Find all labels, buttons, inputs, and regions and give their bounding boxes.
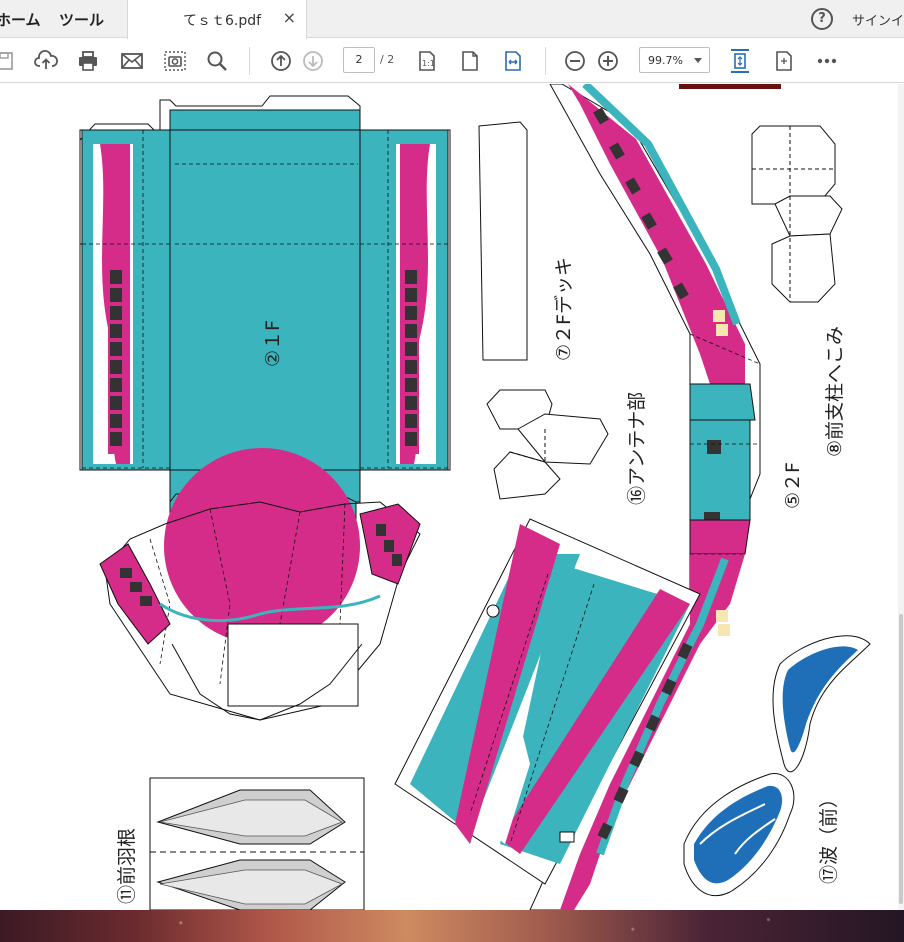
part-front-pillar xyxy=(751,125,843,303)
page-total: / 2 xyxy=(380,53,395,66)
svg-text:1:1: 1:1 xyxy=(422,59,435,68)
single-page-icon[interactable] xyxy=(456,47,484,75)
search-icon[interactable] xyxy=(203,47,231,75)
document-tab[interactable]: てｓｔ6.pdf × xyxy=(127,0,307,39)
page-display-icon[interactable]: 1:1 xyxy=(413,47,441,75)
upload-icon[interactable] xyxy=(32,47,60,75)
menu-bar: ホーム ツール てｓｔ6.pdf × ? サインイ xyxy=(0,0,904,39)
toolbar: 1:1 xyxy=(0,39,904,83)
desktop-background xyxy=(0,910,904,942)
menu-tools[interactable]: ツール xyxy=(59,9,104,30)
label-wave-front: ⑰波（前） xyxy=(818,788,840,884)
zoom-out-icon[interactable] xyxy=(561,47,589,75)
part-wave-front xyxy=(683,635,871,897)
document-tab-title: てｓｔ6.pdf xyxy=(183,13,262,29)
fit-width-icon[interactable] xyxy=(499,47,527,75)
menu-home[interactable]: ホーム xyxy=(0,9,41,30)
mail-icon[interactable] xyxy=(118,47,146,75)
label-front-wing: ⑪前羽根 xyxy=(116,827,138,904)
zoom-in-icon[interactable] xyxy=(594,47,622,75)
vertical-scrollbar[interactable] xyxy=(898,84,904,910)
papercraft-sheet xyxy=(79,84,871,910)
chevron-down-icon xyxy=(694,58,702,63)
more-icon[interactable] xyxy=(813,47,841,75)
pdf-viewer-window: ホーム ツール てｓｔ6.pdf × ? サインイ 1:1 2 / 2 99.7… xyxy=(0,0,904,942)
save-icon[interactable] xyxy=(0,47,18,75)
label-front-pillar: ⑧前支柱へこみ xyxy=(824,325,846,457)
scrollbar-thumb[interactable] xyxy=(899,614,903,904)
part-front-wing xyxy=(149,777,365,910)
sign-in-link[interactable]: サインイ xyxy=(852,10,904,29)
document-page[interactable]: ②１F ⑦２Fデッキ ⑯アンテナ部 ⑤２F ⑧前支柱へこみ ⑪前羽根 ⑰波（前） xyxy=(0,84,904,910)
part-antenna xyxy=(486,389,609,500)
top-red-bar xyxy=(679,84,781,89)
part-first-floor xyxy=(79,95,451,721)
help-icon[interactable]: ? xyxy=(811,8,833,30)
print-icon[interactable] xyxy=(74,47,102,75)
close-icon[interactable]: × xyxy=(283,8,296,27)
part-second-deck xyxy=(478,121,528,361)
page-up-icon[interactable] xyxy=(267,47,295,75)
zoom-select[interactable]: 99.7% xyxy=(639,47,710,73)
snapshot-icon[interactable] xyxy=(161,47,189,75)
label-second-floor: ⑤２F xyxy=(782,462,804,509)
desktop-stars xyxy=(0,910,904,942)
label-antenna: ⑯アンテナ部 xyxy=(626,391,648,505)
zoom-value: 99.7% xyxy=(648,54,683,67)
fit-page-icon[interactable] xyxy=(726,47,754,75)
label-second-deck: ⑦２Fデッキ xyxy=(553,257,575,361)
rotate-icon[interactable] xyxy=(770,47,798,75)
label-first-floor: ②１F xyxy=(262,320,284,367)
page-down-icon[interactable] xyxy=(299,47,327,75)
page-number-input[interactable]: 2 xyxy=(343,47,375,73)
toolbar-divider xyxy=(249,47,250,75)
toolbar-divider xyxy=(545,47,546,75)
